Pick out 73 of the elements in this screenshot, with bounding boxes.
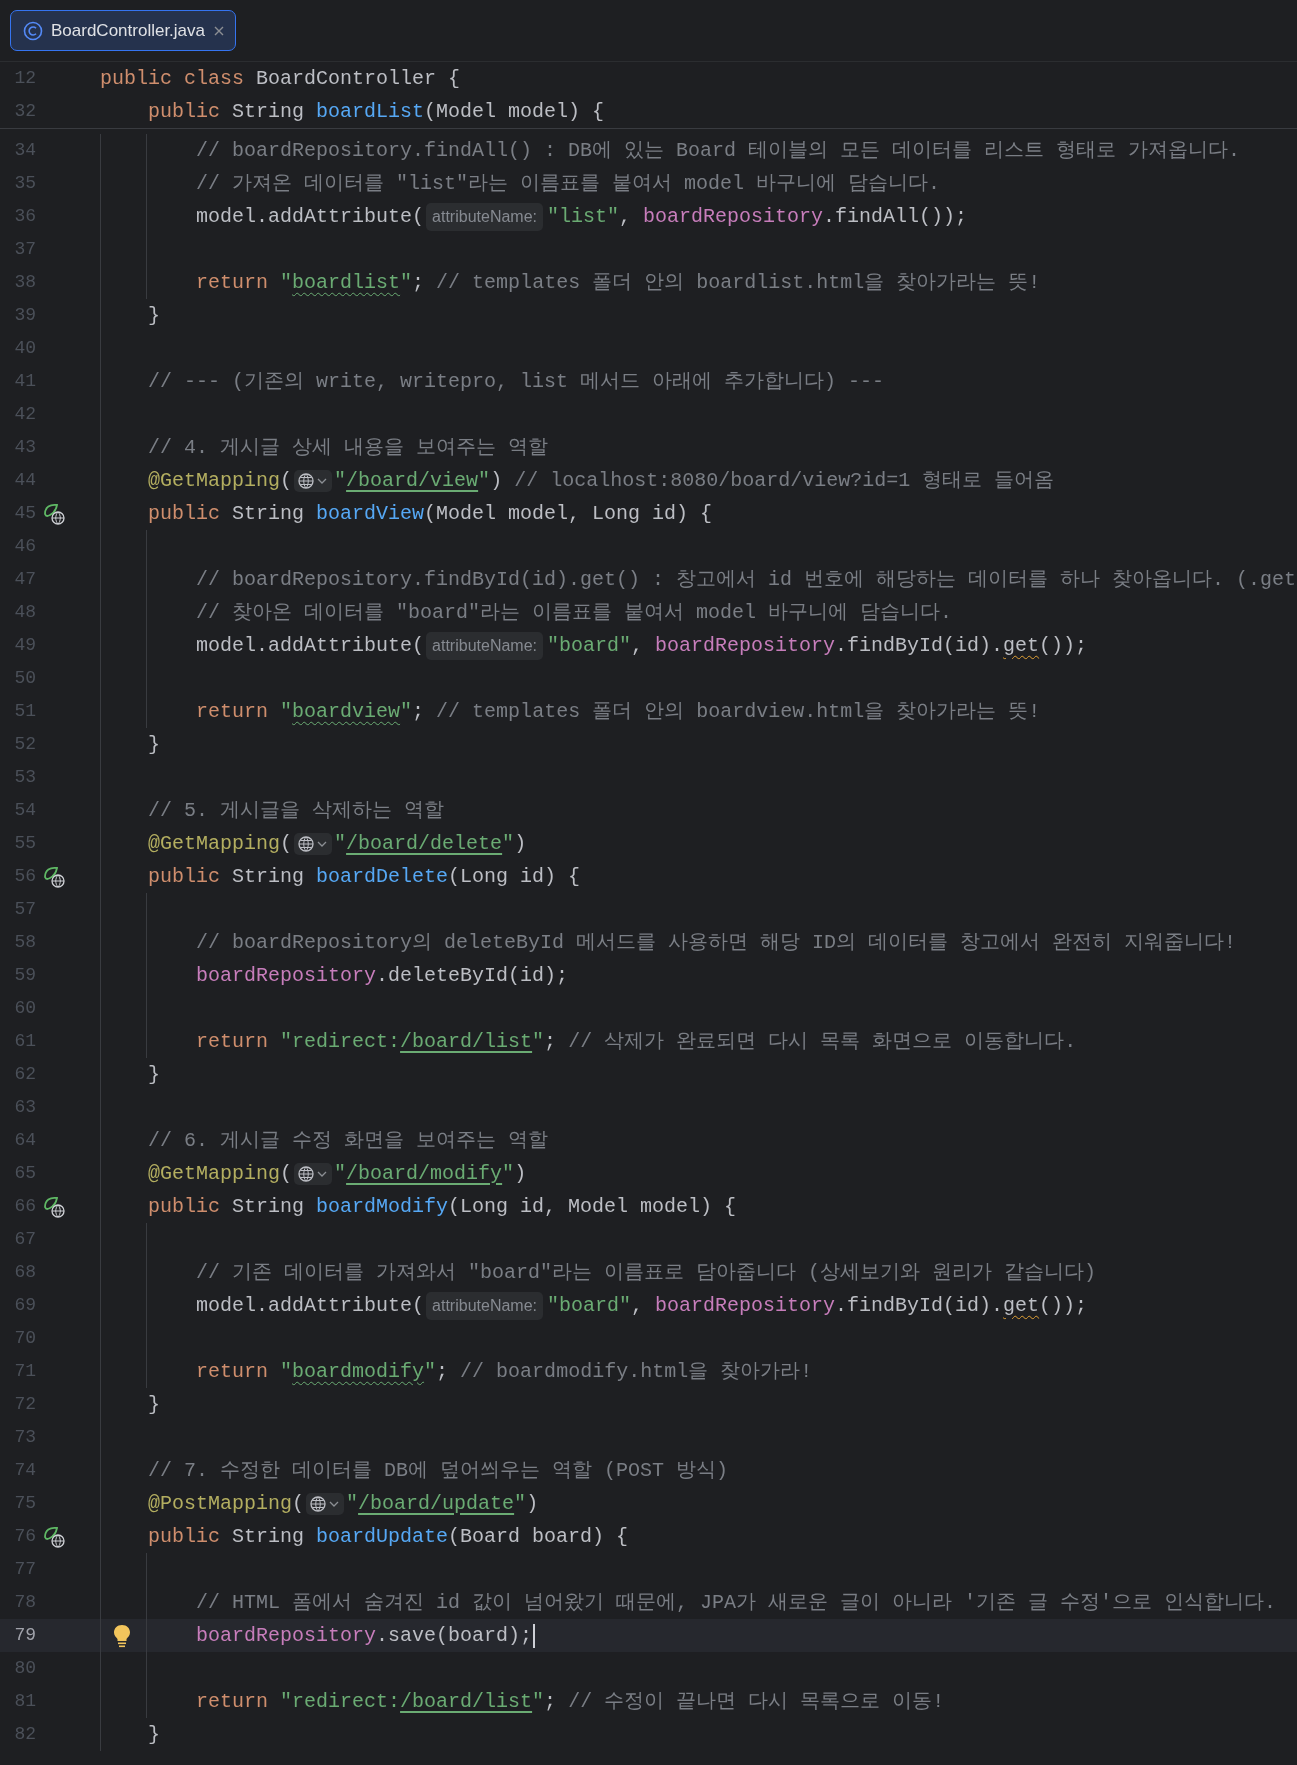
code-text: ")	[502, 830, 527, 857]
code-text: public String boardDelete(Long id) {	[148, 863, 581, 890]
code-text: model.addAttribute(	[196, 632, 425, 659]
parameter-hint: attributeName:	[426, 631, 543, 660]
code-text: "; // 수정이 끝나면 다시 목록으로 이동!	[532, 1688, 945, 1715]
code-text: // boardRepository.findAll() : DB에 있는 Board 테이블의 모든 데이터를 리스트 형태로 가져옵니다.	[196, 137, 1241, 164]
globe-dropdown[interactable]	[294, 469, 333, 492]
parameter-hint: attributeName:	[426, 1291, 543, 1320]
code-text: model.addAttribute(	[196, 203, 425, 230]
code-text: // 6. 게시글 수정 화면을 보여주는 역할	[148, 1127, 549, 1154]
code-text: }	[148, 731, 161, 758]
url-link[interactable]: /board/modify	[346, 1158, 503, 1189]
code-text: return "boardview"; // templates 폴더 안의 boardview.html을 찾아가라는 뜻!	[196, 698, 1041, 725]
code-text: "board", boardRepository.findById(id).get());	[547, 632, 1088, 659]
code-text: // boardRepository의 deleteById 메서드를 사용하면 해당 ID의 데이터를 창고에서 완전히 지워줍니다!	[196, 929, 1237, 956]
close-icon[interactable]	[213, 24, 226, 37]
class-icon	[23, 20, 43, 41]
code-text: "	[346, 1490, 359, 1517]
code-text: ")	[514, 1490, 539, 1517]
code-text: @GetMapping(	[148, 1160, 293, 1187]
lightbulb-icon[interactable]	[113, 1624, 131, 1648]
file-tab[interactable]: BoardController.java	[10, 10, 237, 51]
text-cursor	[533, 1623, 536, 1648]
url-link[interactable]: /board/view	[346, 465, 479, 496]
code-text: public String boardView(Model model, Long id) {	[148, 500, 713, 527]
code-text: // 7. 수정한 데이터를 DB에 덮어씌우는 역할 (POST 방식)	[148, 1457, 729, 1484]
code-text: return "boardmodify"; // boardmodify.html을 찾아가라!	[196, 1358, 813, 1385]
code-text: // 찾아온 데이터를 "board"라는 이름표를 붙여서 model 바구니에 담습니다.	[196, 599, 953, 626]
code-text: return "redirect:	[196, 1688, 401, 1715]
url-link[interactable]: /board/update	[358, 1488, 515, 1519]
code-text: public class BoardController {	[100, 65, 461, 92]
code-text: return "redirect:	[196, 1028, 401, 1055]
code-text: // HTML 폼에서 숨겨진 id 값이 넘어왔기 때문에, JPA가 새로운 글이 아니라 '기존 글 수정'으로 인식합니다.	[196, 1589, 1277, 1616]
leaf-globe-icon[interactable]	[42, 501, 66, 526]
code-text: }	[148, 1721, 161, 1748]
line-number: 79	[13, 1624, 36, 1647]
code-text: return "boardlist"; // templates 폴더 안의 boardlist.html을 찾아가라는 뜻!	[196, 269, 1041, 296]
code-text: // 가져온 데이터를 "list"라는 이름표를 붙여서 model 바구니에 담습니다.	[196, 170, 941, 197]
code-text: ")	[502, 1160, 527, 1187]
code-text: "; // 삭제가 완료되면 다시 목록 화면으로 이동합니다.	[532, 1028, 1077, 1055]
code-text: }	[148, 1391, 161, 1418]
url-link[interactable]: /board/delete	[346, 828, 503, 859]
parameter-hint: attributeName:	[426, 202, 543, 231]
code-text: }	[148, 1061, 161, 1088]
code-text: model.addAttribute(	[196, 1292, 425, 1319]
code-text: @GetMapping(	[148, 830, 293, 857]
leaf-globe-icon[interactable]	[42, 1194, 66, 1219]
url-link[interactable]: /board/list	[400, 1686, 533, 1717]
globe-dropdown[interactable]	[294, 832, 333, 855]
leaf-globe-icon[interactable]	[42, 864, 66, 889]
globe-dropdown[interactable]	[306, 1492, 345, 1515]
code-text: // 5. 게시글을 삭제하는 역할	[148, 797, 445, 824]
leaf-globe-icon[interactable]	[42, 1524, 66, 1549]
code-text: // 기존 데이터를 가져와서 "board"라는 이름표로 담아줍니다 (상세보기와 원리가 같습니다)	[196, 1259, 1097, 1286]
code-text: @PostMapping(	[148, 1490, 305, 1517]
code-text: public String boardModify(Long id, Model model) {	[148, 1193, 737, 1220]
code-text: "board", boardRepository.findById(id).get());	[547, 1292, 1088, 1319]
code-text: // 4. 게시글 상세 내용을 보여주는 역할	[148, 434, 549, 461]
globe-dropdown[interactable]	[294, 1162, 333, 1185]
code-text: boardRepository.deleteById(id);	[196, 962, 569, 989]
code-text: "	[334, 467, 347, 494]
url-link[interactable]: /board/list	[400, 1026, 533, 1057]
code-text: public String boardList(Model model) {	[148, 98, 605, 125]
code-text: boardRepository.save(board);	[196, 1622, 533, 1649]
code-text: ") // localhost:8080/board/view?id=1 형태로 들어옴	[478, 467, 1055, 494]
code-text: "	[334, 830, 347, 857]
code-text: "list", boardRepository.findAll());	[547, 203, 968, 230]
code-text: }	[148, 302, 161, 329]
code-text: public String boardUpdate(Board board) {	[148, 1523, 629, 1550]
code-text: // boardRepository.findById(id).get() : 창고에서 id 번호에 해당하는 데이터를 하나 찾아옵니다. (.get	[196, 566, 1297, 593]
code-text: // --- (기존의 write, writepro, list 메서드 아래에 추가합니다) ---	[148, 368, 885, 395]
code-text: "	[334, 1160, 347, 1187]
code-text: @GetMapping(	[148, 467, 293, 494]
